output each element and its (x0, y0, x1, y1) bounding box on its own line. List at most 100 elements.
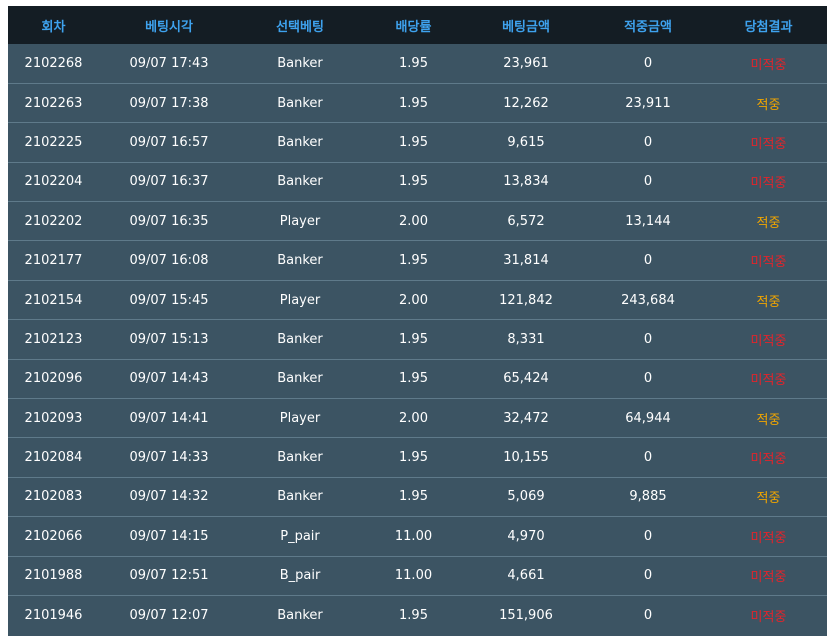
header-odds[interactable]: 배당률 (361, 6, 466, 44)
cell-round: 2102225 (24, 134, 83, 150)
cell-pick: Banker (277, 371, 323, 387)
table-row: 2101946 09/07 12:07 Banker 1.95 151,906 0 미적중 (8, 595, 827, 634)
cell-win-amount: 13,144 (625, 213, 671, 229)
cell-bet-amount: 13,834 (503, 174, 549, 190)
cell-pick: Banker (277, 174, 323, 190)
table-row: 2102202 09/07 16:35 Player 2.00 6,572 13,144 적… (8, 201, 827, 241)
cell-bet-amount: 4,661 (507, 568, 545, 584)
cell-bet-time: 09/07 17:43 (129, 55, 209, 71)
cell-bet-time: 09/07 16:37 (129, 174, 209, 190)
cell-round: 2102123 (24, 331, 83, 347)
cell-odds: 1.95 (399, 371, 428, 387)
cell-odds: 11.00 (394, 528, 433, 544)
bet-history-panel: 회차 베팅시각 선택베팅 배당률 베팅금액 적중금액 당첨결과 2102268 0… (8, 6, 827, 636)
table-row: 2102154 09/07 15:45 Player 2.00 121,842 243,6… (8, 280, 827, 319)
cell-round: 2102268 (24, 55, 83, 71)
header-pick[interactable]: 선택베팅 (239, 6, 361, 44)
cell-win-amount: 0 (643, 568, 653, 584)
header-row: 회차 베팅시각 선택베팅 배당률 베팅금액 적중금액 당첨결과 (8, 6, 827, 44)
table-row: 2102268 09/07 17:43 Banker 1.95 23,961 0 미적중 (8, 44, 827, 83)
cell-win-amount: 0 (643, 450, 653, 466)
cell-win-amount: 0 (643, 371, 653, 387)
table-row: 2102123 09/07 15:13 Banker 1.95 8,331 0 미적중 (8, 319, 827, 359)
cell-win-amount: 0 (643, 253, 653, 269)
cell-win-amount: 0 (643, 528, 653, 544)
cell-bet-time: 09/07 15:13 (129, 331, 209, 347)
cell-bet-amount: 32,472 (503, 410, 549, 426)
cell-round: 2102066 (24, 528, 83, 544)
cell-odds: 2.00 (399, 213, 428, 229)
cell-round: 2102084 (24, 450, 83, 466)
cell-pick: Banker (277, 450, 323, 466)
cell-round: 2101946 (24, 607, 83, 623)
cell-pick: Banker (277, 489, 323, 505)
result-win-badge: 적중 (756, 412, 781, 428)
cell-bet-time: 09/07 16:08 (129, 253, 209, 269)
cell-pick: Banker (277, 134, 323, 150)
cell-bet-time: 09/07 14:15 (129, 528, 209, 544)
result-win-badge: 적중 (756, 294, 781, 310)
result-win-badge: 적중 (756, 491, 781, 507)
cell-odds: 11.00 (394, 568, 433, 584)
cell-odds: 1.95 (399, 331, 428, 347)
table-row: 2102083 09/07 14:32 Banker 1.95 5,069 9,885 적중 (8, 477, 827, 516)
table-row: 2102093 09/07 14:41 Player 2.00 32,472 64,944… (8, 398, 827, 438)
cell-bet-amount: 23,961 (503, 55, 549, 71)
cell-pick: Banker (277, 331, 323, 347)
cell-bet-amount: 4,970 (507, 528, 545, 544)
cell-round: 2102202 (24, 213, 83, 229)
cell-round: 2102096 (24, 371, 83, 387)
header-bet-time[interactable]: 베팅시각 (99, 6, 239, 44)
cell-win-amount: 64,944 (625, 410, 671, 426)
cell-bet-time: 09/07 16:35 (129, 213, 209, 229)
cell-odds: 1.95 (399, 607, 428, 623)
cell-round: 2102204 (24, 174, 83, 190)
header-result[interactable]: 당첨결과 (710, 6, 827, 44)
cell-bet-amount: 65,424 (503, 371, 549, 387)
result-lose-badge: 미적중 (750, 255, 787, 271)
cell-pick: B_pair (279, 568, 321, 584)
result-lose-badge: 미적중 (750, 452, 787, 468)
cell-bet-amount: 9,615 (507, 134, 545, 150)
result-win-badge: 적중 (756, 215, 781, 231)
result-lose-badge: 미적중 (750, 57, 787, 73)
cell-pick: Player (279, 292, 321, 308)
cell-bet-time: 09/07 17:38 (129, 95, 209, 111)
cell-bet-amount: 8,331 (507, 331, 545, 347)
cell-bet-amount: 12,262 (503, 95, 549, 111)
cell-round: 2102263 (24, 95, 83, 111)
cell-odds: 2.00 (399, 410, 428, 426)
result-lose-badge: 미적중 (750, 333, 787, 349)
result-lose-badge: 미적중 (750, 176, 787, 192)
cell-win-amount: 243,684 (621, 292, 675, 308)
cell-win-amount: 0 (643, 174, 653, 190)
cell-odds: 1.95 (399, 55, 428, 71)
result-win-badge: 적중 (756, 97, 781, 113)
table-row: 2101988 09/07 12:51 B_pair 11.00 4,661 0 미적중 (8, 556, 827, 595)
cell-bet-amount: 6,572 (507, 213, 545, 229)
cell-pick: Banker (277, 55, 323, 71)
cell-odds: 1.95 (399, 253, 428, 269)
cell-odds: 2.00 (399, 292, 428, 308)
cell-bet-amount: 151,906 (499, 607, 553, 623)
cell-pick: Player (279, 213, 321, 229)
header-bet-amount[interactable]: 베팅금액 (466, 6, 586, 44)
result-lose-badge: 미적중 (750, 570, 787, 586)
cell-round: 2102093 (24, 410, 83, 426)
table-body: 2102268 09/07 17:43 Banker 1.95 23,961 0 미적중 21… (8, 44, 827, 635)
cell-pick: P_pair (280, 528, 320, 544)
cell-bet-amount: 10,155 (503, 450, 549, 466)
cell-odds: 1.95 (399, 174, 428, 190)
table-row: 2102225 09/07 16:57 Banker 1.95 9,615 0 미적중 (8, 122, 827, 162)
header-round[interactable]: 회차 (8, 6, 99, 44)
cell-bet-time: 09/07 12:07 (129, 607, 209, 623)
cell-win-amount: 9,885 (629, 489, 667, 505)
result-lose-badge: 미적중 (750, 609, 787, 625)
cell-win-amount: 0 (643, 134, 653, 150)
bet-history-table: 회차 베팅시각 선택베팅 배당률 베팅금액 적중금액 당첨결과 2102268 0… (8, 6, 827, 635)
header-win-amount[interactable]: 적중금액 (586, 6, 710, 44)
cell-odds: 1.95 (399, 134, 428, 150)
table-row: 2102084 09/07 14:33 Banker 1.95 10,155 0 미적중 (8, 437, 827, 477)
cell-bet-time: 09/07 14:33 (129, 450, 209, 466)
cell-win-amount: 0 (643, 607, 653, 623)
